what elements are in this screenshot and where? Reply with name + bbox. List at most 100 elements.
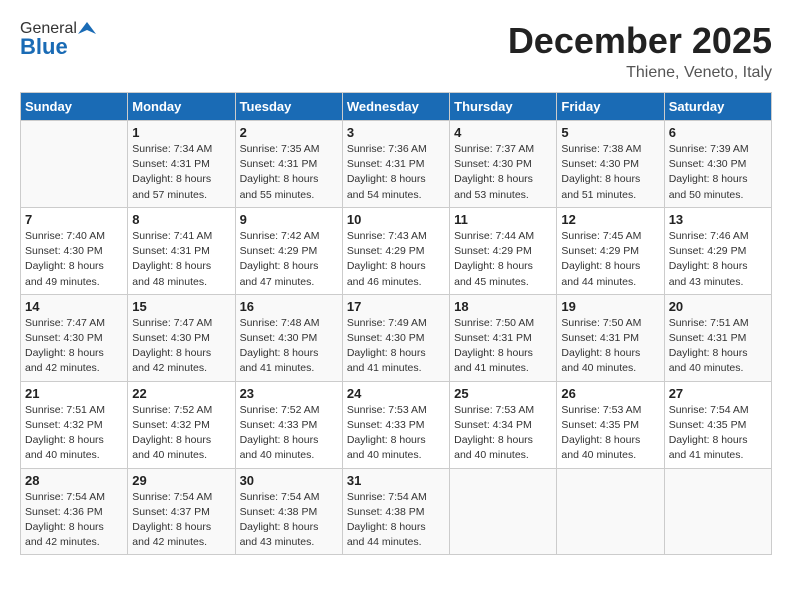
day-number: 11 [454, 212, 552, 227]
location: Thiene, Veneto, Italy [508, 64, 772, 82]
day-info: Sunrise: 7:43 AMSunset: 4:29 PMDaylight:… [347, 229, 445, 290]
page-header: General Blue December 2025 Thiene, Venet… [20, 20, 772, 82]
calendar-cell: 20 Sunrise: 7:51 AMSunset: 4:31 PMDayligh… [664, 294, 771, 381]
column-header-thursday: Thursday [450, 93, 557, 121]
calendar-cell: 14Sunrise: 7:47 AMSunset: 4:30 PMDayligh… [21, 294, 128, 381]
calendar-cell: 23 Sunrise: 7:52 AMSunset: 4:33 PMDayligh… [235, 381, 342, 468]
calendar-cell [21, 121, 128, 208]
day-number: 27 [669, 386, 767, 401]
calendar-cell: 7Sunrise: 7:40 AMSunset: 4:30 PMDaylight… [21, 207, 128, 294]
column-header-friday: Friday [557, 93, 664, 121]
day-info: Sunrise: 7:45 AMSunset: 4:29 PMDaylight:… [561, 229, 659, 290]
week-row-3: 14Sunrise: 7:47 AMSunset: 4:30 PMDayligh… [21, 294, 772, 381]
day-info: Sunrise: 7:44 AMSunset: 4:29 PMDaylight:… [454, 229, 552, 290]
calendar-cell: 16Sunrise: 7:48 AMSunset: 4:30 PMDayligh… [235, 294, 342, 381]
day-info: Sunrise: 7:48 AMSunset: 4:30 PMDaylight:… [240, 316, 338, 377]
day-number: 28 [25, 473, 123, 488]
day-number: 20 [669, 299, 767, 314]
day-info: Sunrise: 7:54 AMSunset: 4:36 PMDaylight:… [25, 490, 123, 551]
calendar-cell: 27 Sunrise: 7:54 AMSunset: 4:35 PMDayligh… [664, 381, 771, 468]
calendar-cell: 15 Sunrise: 7:47 AMSunset: 4:30 PMDayligh… [128, 294, 235, 381]
week-row-5: 28 Sunrise: 7:54 AMSunset: 4:36 PMDayligh… [21, 468, 772, 555]
calendar-cell: 24Sunrise: 7:53 AMSunset: 4:33 PMDayligh… [342, 381, 449, 468]
day-info: Sunrise: 7:51 AMSunset: 4:31 PMDaylight:… [669, 316, 767, 377]
day-info: Sunrise: 7:52 AMSunset: 4:33 PMDaylight:… [240, 403, 338, 464]
calendar-cell: 26 Sunrise: 7:53 AMSunset: 4:35 PMDayligh… [557, 381, 664, 468]
day-number: 3 [347, 125, 445, 140]
month-title: December 2025 [508, 20, 772, 62]
calendar-cell: 21 Sunrise: 7:51 AMSunset: 4:32 PMDayligh… [21, 381, 128, 468]
day-number: 18 [454, 299, 552, 314]
day-info: Sunrise: 7:54 AMSunset: 4:37 PMDaylight:… [132, 490, 230, 551]
day-number: 22 [132, 386, 230, 401]
day-info: Sunrise: 7:41 AMSunset: 4:31 PMDaylight:… [132, 229, 230, 290]
calendar-cell [450, 468, 557, 555]
day-info: Sunrise: 7:50 AMSunset: 4:31 PMDaylight:… [561, 316, 659, 377]
column-header-tuesday: Tuesday [235, 93, 342, 121]
day-number: 17 [347, 299, 445, 314]
day-info: Sunrise: 7:52 AMSunset: 4:32 PMDaylight:… [132, 403, 230, 464]
day-info: Sunrise: 7:54 AMSunset: 4:38 PMDaylight:… [347, 490, 445, 551]
calendar-cell: 29Sunrise: 7:54 AMSunset: 4:37 PMDayligh… [128, 468, 235, 555]
day-number: 5 [561, 125, 659, 140]
day-info: Sunrise: 7:47 AMSunset: 4:30 PMDaylight:… [132, 316, 230, 377]
day-info: Sunrise: 7:36 AMSunset: 4:31 PMDaylight:… [347, 142, 445, 203]
calendar-cell: 17 Sunrise: 7:49 AMSunset: 4:30 PMDayligh… [342, 294, 449, 381]
calendar-cell: 6Sunrise: 7:39 AMSunset: 4:30 PMDaylight… [664, 121, 771, 208]
week-row-2: 7Sunrise: 7:40 AMSunset: 4:30 PMDaylight… [21, 207, 772, 294]
logo-bird-icon [78, 20, 96, 38]
day-info: Sunrise: 7:53 AMSunset: 4:33 PMDaylight:… [347, 403, 445, 464]
calendar-cell: 11 Sunrise: 7:44 AMSunset: 4:29 PMDayligh… [450, 207, 557, 294]
calendar-cell: 10Sunrise: 7:43 AMSunset: 4:29 PMDayligh… [342, 207, 449, 294]
day-info: Sunrise: 7:54 AMSunset: 4:35 PMDaylight:… [669, 403, 767, 464]
calendar-cell: 28 Sunrise: 7:54 AMSunset: 4:36 PMDayligh… [21, 468, 128, 555]
calendar-cell: 5Sunrise: 7:38 AMSunset: 4:30 PMDaylight… [557, 121, 664, 208]
calendar-cell: 25Sunrise: 7:53 AMSunset: 4:34 PMDayligh… [450, 381, 557, 468]
day-number: 8 [132, 212, 230, 227]
calendar-cell: 31 Sunrise: 7:54 AMSunset: 4:38 PMDayligh… [342, 468, 449, 555]
calendar-cell: 19 Sunrise: 7:50 AMSunset: 4:31 PMDayligh… [557, 294, 664, 381]
day-number: 26 [561, 386, 659, 401]
calendar-cell: 3 Sunrise: 7:36 AMSunset: 4:31 PMDaylight… [342, 121, 449, 208]
day-number: 2 [240, 125, 338, 140]
column-header-wednesday: Wednesday [342, 93, 449, 121]
calendar-cell: 13Sunrise: 7:46 AMSunset: 4:29 PMDayligh… [664, 207, 771, 294]
calendar-cell: 12 Sunrise: 7:45 AMSunset: 4:29 PMDayligh… [557, 207, 664, 294]
column-header-saturday: Saturday [664, 93, 771, 121]
day-number: 19 [561, 299, 659, 314]
day-info: Sunrise: 7:54 AMSunset: 4:38 PMDaylight:… [240, 490, 338, 551]
column-header-sunday: Sunday [21, 93, 128, 121]
title-block: December 2025 Thiene, Veneto, Italy [508, 20, 772, 82]
calendar-cell [557, 468, 664, 555]
calendar-cell: 22 Sunrise: 7:52 AMSunset: 4:32 PMDayligh… [128, 381, 235, 468]
day-number: 23 [240, 386, 338, 401]
calendar-cell: 30 Sunrise: 7:54 AMSunset: 4:38 PMDayligh… [235, 468, 342, 555]
day-number: 15 [132, 299, 230, 314]
calendar-cell: 9Sunrise: 7:42 AMSunset: 4:29 PMDaylight… [235, 207, 342, 294]
calendar-cell [664, 468, 771, 555]
day-info: Sunrise: 7:35 AMSunset: 4:31 PMDaylight:… [240, 142, 338, 203]
day-number: 4 [454, 125, 552, 140]
calendar-cell: 4 Sunrise: 7:37 AMSunset: 4:30 PMDaylight… [450, 121, 557, 208]
logo-blue-text: Blue [20, 34, 68, 60]
day-number: 30 [240, 473, 338, 488]
day-info: Sunrise: 7:42 AMSunset: 4:29 PMDaylight:… [240, 229, 338, 290]
day-info: Sunrise: 7:37 AMSunset: 4:30 PMDaylight:… [454, 142, 552, 203]
day-info: Sunrise: 7:40 AMSunset: 4:30 PMDaylight:… [25, 229, 123, 290]
column-header-monday: Monday [128, 93, 235, 121]
week-row-4: 21 Sunrise: 7:51 AMSunset: 4:32 PMDayligh… [21, 381, 772, 468]
day-info: Sunrise: 7:46 AMSunset: 4:29 PMDaylight:… [669, 229, 767, 290]
calendar-cell: 18Sunrise: 7:50 AMSunset: 4:31 PMDayligh… [450, 294, 557, 381]
calendar-cell: 2 Sunrise: 7:35 AMSunset: 4:31 PMDaylight… [235, 121, 342, 208]
calendar-cell: 1Sunrise: 7:34 AMSunset: 4:31 PMDaylight… [128, 121, 235, 208]
day-number: 1 [132, 125, 230, 140]
day-number: 12 [561, 212, 659, 227]
day-number: 21 [25, 386, 123, 401]
logo: General Blue [20, 20, 97, 60]
day-number: 6 [669, 125, 767, 140]
day-info: Sunrise: 7:53 AMSunset: 4:34 PMDaylight:… [454, 403, 552, 464]
day-info: Sunrise: 7:51 AMSunset: 4:32 PMDaylight:… [25, 403, 123, 464]
day-info: Sunrise: 7:49 AMSunset: 4:30 PMDaylight:… [347, 316, 445, 377]
day-info: Sunrise: 7:53 AMSunset: 4:35 PMDaylight:… [561, 403, 659, 464]
day-number: 31 [347, 473, 445, 488]
